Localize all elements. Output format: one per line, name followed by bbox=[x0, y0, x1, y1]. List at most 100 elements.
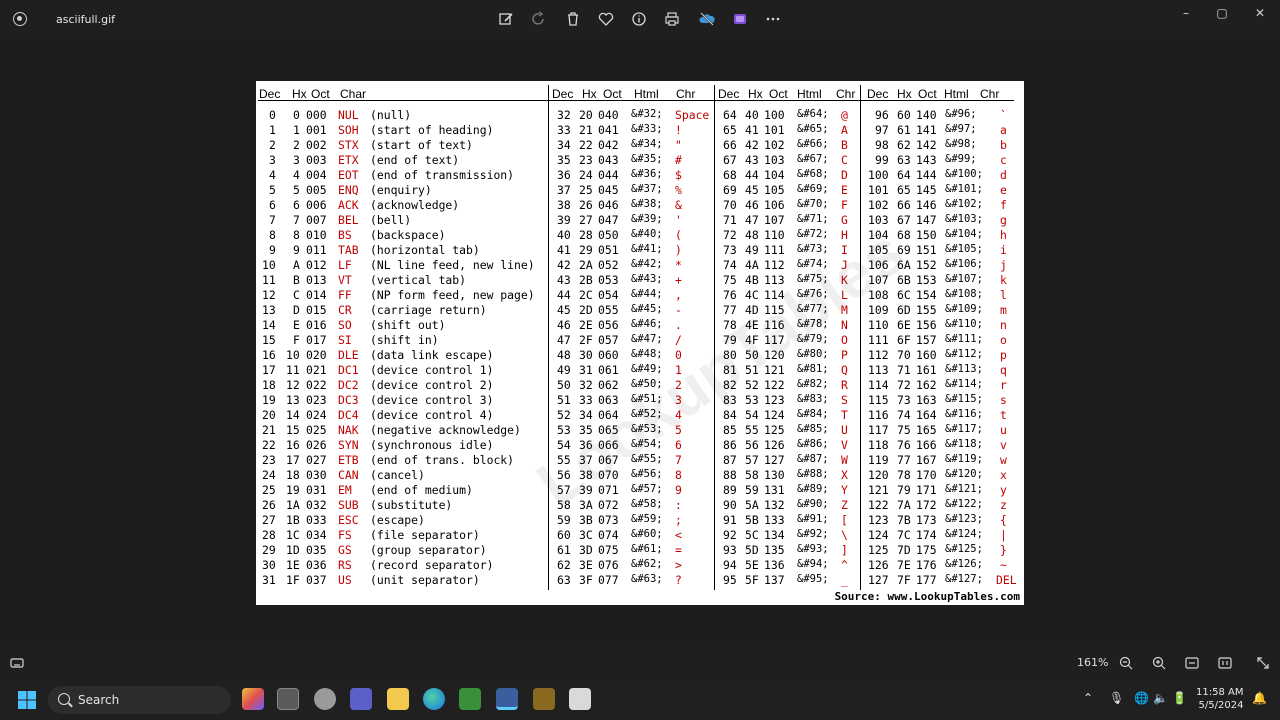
print-icon[interactable] bbox=[663, 11, 681, 29]
notepad-plus-icon[interactable] bbox=[459, 688, 481, 710]
chr-cell: J bbox=[841, 258, 848, 272]
dec-cell: 4 bbox=[269, 168, 276, 182]
html-cell: &#76; bbox=[797, 288, 829, 300]
dec-cell: 85 bbox=[723, 423, 737, 437]
hex-cell: 53 bbox=[745, 393, 759, 407]
header-chr: Chr bbox=[980, 87, 1000, 101]
chevron-up-icon[interactable]: ⌃ bbox=[1083, 691, 1093, 705]
fit-to-window-icon[interactable] bbox=[1184, 655, 1200, 671]
notification-icon[interactable]: 🔔 bbox=[1252, 691, 1267, 705]
dec-cell: 49 bbox=[557, 363, 571, 377]
oct-cell: 012 bbox=[306, 258, 327, 272]
hex-cell: 4B bbox=[745, 273, 759, 287]
description-cell: (horizontal tab) bbox=[370, 243, 480, 257]
filmstrip-icon[interactable] bbox=[9, 655, 25, 671]
photos-taskbar-icon[interactable] bbox=[496, 688, 518, 710]
zoom-out-icon[interactable] bbox=[1118, 655, 1134, 671]
minimize-button[interactable]: – bbox=[1176, 6, 1196, 22]
fullscreen-icon[interactable] bbox=[1255, 655, 1271, 671]
html-cell: &#75; bbox=[797, 273, 829, 285]
hex-cell: 5F bbox=[745, 573, 759, 587]
network-icon[interactable]: 🌐 bbox=[1134, 691, 1149, 705]
header-dec: Dec bbox=[552, 87, 574, 101]
edge-icon[interactable] bbox=[423, 688, 445, 710]
zoom-in-icon[interactable] bbox=[1151, 655, 1167, 671]
dec-cell: 27 bbox=[262, 513, 276, 527]
edit-icon[interactable] bbox=[497, 11, 515, 29]
start-icon[interactable] bbox=[17, 690, 37, 710]
dec-cell: 33 bbox=[557, 123, 571, 137]
hex-cell: 52 bbox=[745, 378, 759, 392]
oct-cell: 024 bbox=[306, 408, 327, 422]
clock[interactable]: 11:58 AM 5/5/2024 bbox=[1196, 686, 1243, 712]
char-cell: DC1 bbox=[338, 363, 359, 377]
game-icon[interactable] bbox=[533, 688, 555, 710]
photos-app-icon bbox=[13, 12, 27, 26]
close-button[interactable]: ✕ bbox=[1250, 6, 1270, 22]
clipchamp-icon[interactable] bbox=[731, 11, 749, 29]
volume-icon[interactable]: 🔈 bbox=[1153, 691, 1168, 705]
hex-cell: 46 bbox=[745, 198, 759, 212]
dec-cell: 127 bbox=[868, 573, 889, 587]
widgets-icon[interactable] bbox=[242, 688, 264, 710]
oct-cell: 076 bbox=[598, 558, 619, 572]
hex-cell: 34 bbox=[579, 408, 593, 422]
hex-cell: 10 bbox=[286, 348, 300, 362]
chr-cell: f bbox=[1000, 198, 1007, 212]
hex-cell: 45 bbox=[745, 183, 759, 197]
hex-cell: 7D bbox=[897, 543, 911, 557]
oct-cell: 113 bbox=[764, 273, 785, 287]
microphone-icon[interactable]: 🎙 bbox=[1109, 691, 1124, 705]
rotate-icon[interactable] bbox=[530, 11, 548, 29]
maximize-button[interactable]: ▢ bbox=[1212, 6, 1232, 22]
file-explorer-icon[interactable] bbox=[387, 688, 409, 710]
hex-cell: 60 bbox=[897, 108, 911, 122]
teams-icon[interactable] bbox=[350, 688, 372, 710]
favorite-icon[interactable] bbox=[597, 11, 615, 29]
actual-size-icon[interactable] bbox=[1217, 655, 1233, 671]
chr-cell: [ bbox=[841, 513, 848, 527]
dec-cell: 42 bbox=[557, 258, 571, 272]
description-cell: (substitute) bbox=[370, 498, 453, 512]
chr-cell: 8 bbox=[675, 468, 682, 482]
table-row: 9 9 011 TAB (horizontal tab) 41 29 051 &#41;) 73 4… bbox=[256, 243, 1024, 258]
dec-cell: 0 bbox=[269, 108, 276, 122]
table-row: 11 B 013 VT (vertical tab) 43 2B 053 &#43; +75 4B 1… bbox=[256, 273, 1024, 288]
ascii-table-image: LookupTables Dec Hx Oct Char Dec Hx Oct … bbox=[256, 81, 1024, 605]
html-cell: &#121; bbox=[945, 483, 983, 495]
dec-cell: 81 bbox=[723, 363, 737, 377]
oct-cell: 110 bbox=[764, 228, 785, 242]
oct-cell: 045 bbox=[598, 183, 619, 197]
table-row: 30 1E 036 RS (record separator) 62 3E 076 &#62; >… bbox=[256, 558, 1024, 573]
oct-cell: 127 bbox=[764, 453, 785, 467]
info-icon[interactable] bbox=[630, 11, 648, 29]
delete-icon[interactable] bbox=[564, 11, 582, 29]
task-view-icon[interactable] bbox=[277, 688, 299, 710]
hex-cell: 65 bbox=[897, 183, 911, 197]
dec-cell: 10 bbox=[262, 258, 276, 272]
dec-cell: 39 bbox=[557, 213, 571, 227]
more-icon[interactable] bbox=[764, 11, 782, 29]
description-cell: (device control 3) bbox=[370, 393, 494, 407]
dec-cell: 96 bbox=[875, 108, 889, 122]
dec-cell: 31 bbox=[262, 573, 276, 587]
dec-cell: 98 bbox=[875, 138, 889, 152]
chr-cell: v bbox=[1000, 438, 1007, 452]
battery-icon[interactable]: 🔋 bbox=[1172, 691, 1187, 705]
chr-cell: O bbox=[841, 333, 848, 347]
dec-cell: 95 bbox=[723, 573, 737, 587]
hex-cell: 6A bbox=[897, 258, 911, 272]
hex-cell: 1B bbox=[286, 513, 300, 527]
weather-icon[interactable] bbox=[314, 688, 336, 710]
onedrive-icon[interactable] bbox=[698, 11, 716, 29]
html-cell: &#100; bbox=[945, 168, 983, 180]
dec-cell: 19 bbox=[262, 393, 276, 407]
char-cell: SYN bbox=[338, 438, 359, 452]
dec-cell: 118 bbox=[868, 438, 889, 452]
dec-cell: 20 bbox=[262, 408, 276, 422]
taskbar-search[interactable]: Search bbox=[48, 686, 231, 714]
chr-cell: Q bbox=[841, 363, 848, 377]
description-cell: (start of heading) bbox=[370, 123, 494, 137]
oct-cell: 064 bbox=[598, 408, 619, 422]
snipping-tool-icon[interactable] bbox=[569, 688, 591, 710]
